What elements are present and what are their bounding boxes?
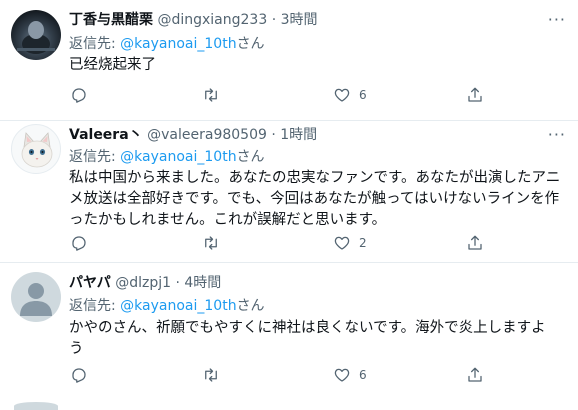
reply-context: 返信先: @kayanoai_10thさん (69, 295, 265, 315)
mention-link[interactable]: @kayanoai_10th (120, 149, 236, 165)
avatar[interactable] (11, 124, 61, 174)
mention-link[interactable]: @kayanoai_10th (120, 298, 236, 314)
display-name[interactable]: 丁香与黒醋栗 (69, 12, 153, 28)
heart-icon (334, 236, 350, 250)
user-handle[interactable]: @dlzpj1 (115, 275, 171, 291)
reply-suffix: さん (236, 36, 265, 52)
tweet-header: 丁香与黒醋栗 @dingxiang233 · 3時間 (69, 9, 318, 29)
timestamp[interactable]: 3時間 (281, 12, 318, 28)
heart-icon (334, 368, 350, 382)
more-icon[interactable]: ··· (548, 125, 566, 144)
reply-button[interactable] (70, 232, 88, 254)
tweet-actions: 6 (62, 84, 522, 106)
like-button[interactable]: 6 (333, 364, 367, 386)
more-icon[interactable]: ··· (548, 10, 566, 29)
avatar[interactable] (11, 10, 61, 60)
user-handle[interactable]: @valeera980509 (147, 127, 267, 143)
heart-icon (334, 88, 350, 102)
reply-prefix: 返信先: (69, 298, 121, 314)
reply-context: 返信先: @kayanoai_10thさん (69, 146, 265, 166)
avatar-image (17, 21, 55, 54)
reply-icon (72, 236, 86, 251)
like-count: 6 (359, 88, 367, 102)
reply-button[interactable] (70, 364, 88, 386)
default-profile-icon (20, 283, 52, 316)
reply-button[interactable] (70, 84, 88, 106)
like-button[interactable]: 2 (333, 232, 367, 254)
retweet-icon (205, 88, 217, 102)
share-icon (468, 235, 482, 250)
cat-avatar-image (21, 132, 53, 168)
share-icon (468, 87, 482, 102)
share-button[interactable] (466, 364, 484, 386)
like-count: 6 (359, 368, 367, 382)
tweet-header: パヤパ @dlzpj1 · 4時間 (69, 272, 221, 292)
display-name[interactable]: Valeera丶 (69, 127, 143, 143)
share-button[interactable] (466, 232, 484, 254)
user-handle[interactable]: @dingxiang233 (157, 12, 267, 28)
display-name[interactable]: パヤパ (69, 275, 111, 291)
separator: · (271, 12, 277, 28)
retweet-button[interactable] (202, 364, 220, 386)
share-icon (468, 367, 482, 382)
tweet[interactable]: Valeera丶 @valeera980509 · 1時間 ··· 返信先: @… (0, 121, 578, 263)
timestamp[interactable]: 1時間 (280, 127, 317, 143)
tweet-text: 私は中国から来ました。あなたの忠実なファンです。あなたが出演したアニメ放送は全部… (69, 170, 561, 228)
reply-context: 返信先: @kayanoai_10thさん (69, 33, 265, 53)
like-count: 2 (359, 236, 367, 250)
reply-suffix: さん (236, 298, 265, 314)
tweet[interactable]: 丁香与黒醋栗 @dingxiang233 · 3時間 ··· 返信先: @kay… (0, 0, 578, 121)
tweet-actions: 6 (62, 364, 522, 386)
tweet[interactable]: パヤパ @dlzpj1 · 4時間 返信先: @kayanoai_10thさん … (0, 263, 578, 405)
reply-suffix: さん (236, 149, 265, 165)
next-tweet-avatar-peek (14, 402, 58, 410)
retweet-icon (205, 368, 217, 382)
reply-prefix: 返信先: (69, 36, 121, 52)
timestamp[interactable]: 4時間 (184, 275, 221, 291)
retweet-icon (205, 236, 217, 250)
retweet-button[interactable] (202, 84, 220, 106)
separator: · (271, 127, 276, 143)
retweet-button[interactable] (202, 232, 220, 254)
separator: · (175, 275, 180, 291)
like-button[interactable]: 6 (333, 84, 367, 106)
avatar[interactable] (11, 272, 61, 322)
reply-prefix: 返信先: (69, 149, 121, 165)
tweet-actions: 2 (62, 232, 522, 254)
tweet-header: Valeera丶 @valeera980509 · 1時間 (69, 124, 317, 144)
reply-icon (72, 88, 86, 103)
share-button[interactable] (466, 84, 484, 106)
reply-icon (72, 368, 86, 383)
tweet-text: 已经烧起来了 (69, 57, 156, 73)
tweet-text: かやのさん、祈願でもやすくに神社は良くないです。海外で炎上しますよう (69, 320, 546, 357)
mention-link[interactable]: @kayanoai_10th (120, 36, 236, 52)
